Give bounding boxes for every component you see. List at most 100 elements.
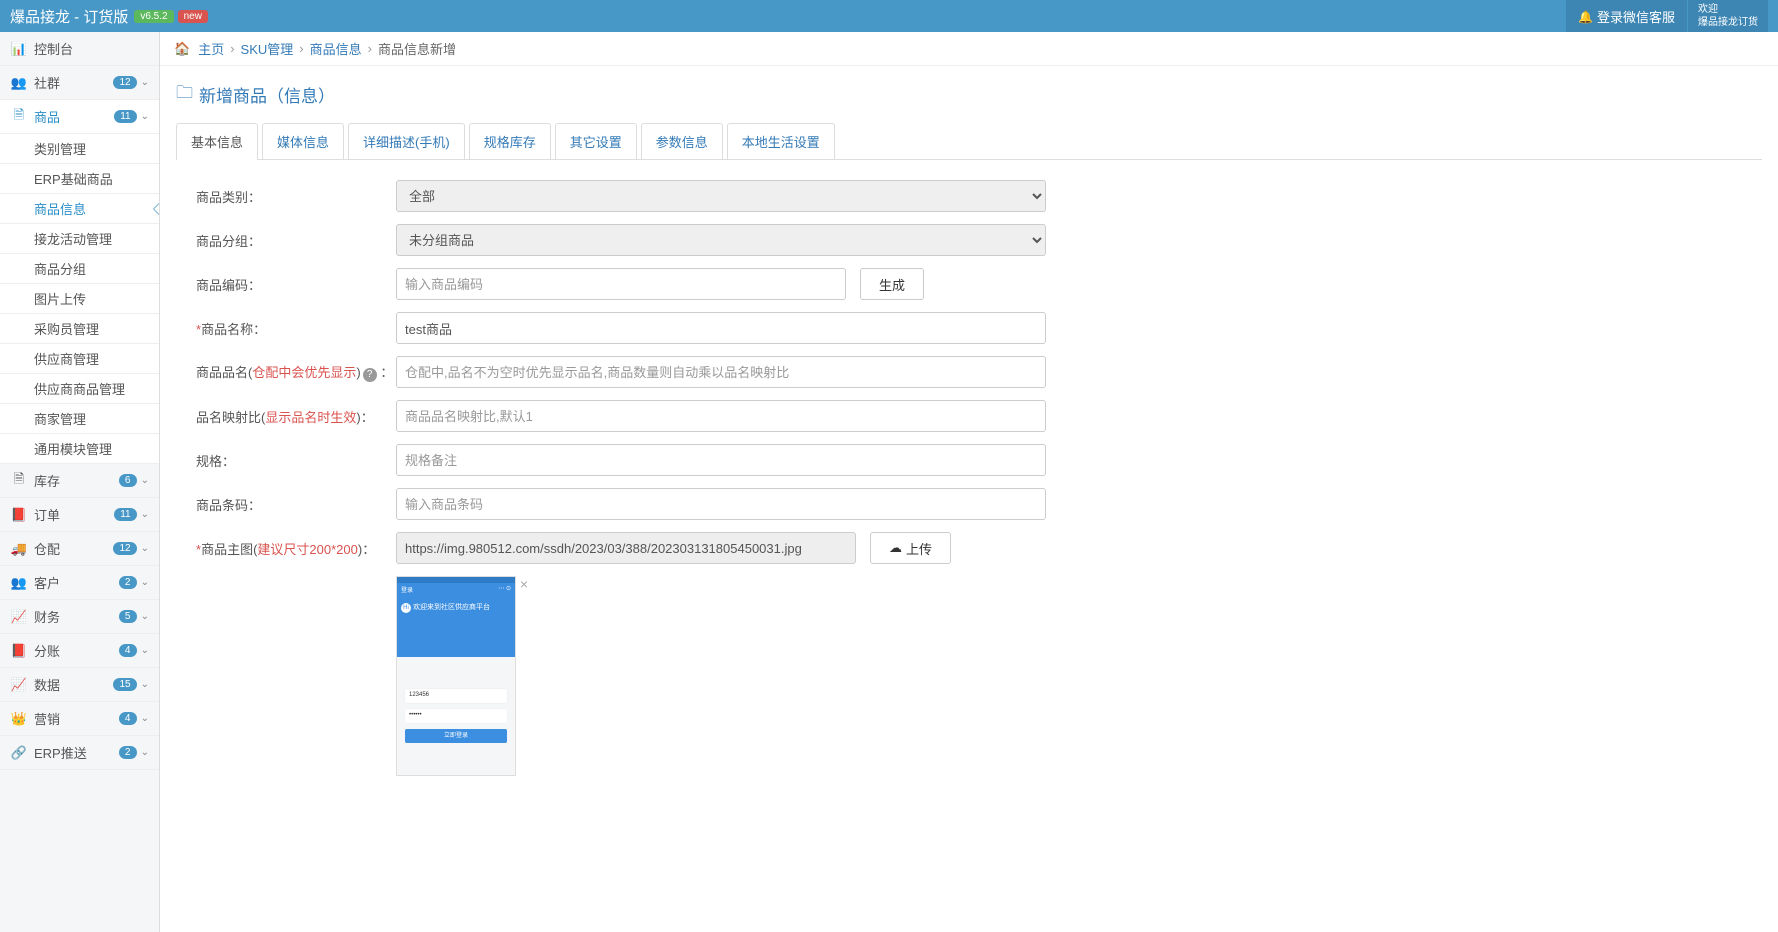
menu-label: 控制台 xyxy=(34,39,149,58)
version-badge: v6.5.2 xyxy=(134,10,173,23)
sidebar-subitem-通用模块管理[interactable]: 通用模块管理 xyxy=(0,434,159,464)
sidebar-item-分账[interactable]: 📕分账4⌄ xyxy=(0,634,159,668)
chevron-down-icon: ⌄ xyxy=(141,111,149,122)
sidebar-subitem-商家管理[interactable]: 商家管理 xyxy=(0,404,159,434)
menu-label: 仓配 xyxy=(34,539,113,558)
wechat-support-button[interactable]: 登录微信客服 xyxy=(1566,0,1687,32)
category-select[interactable]: 全部 xyxy=(396,180,1046,212)
cloud-upload-icon: ☁ xyxy=(889,540,902,556)
label-image: *商品主图(建议尺寸200*200)： xyxy=(196,539,396,558)
tabs: 基本信息媒体信息详细描述(手机)规格库存其它设置参数信息本地生活设置 xyxy=(176,123,1762,160)
sidebar-item-库存[interactable]: 🗎 库存6 ⌄ xyxy=(0,464,159,498)
sidebar-item-商品[interactable]: 🗎商品11⌄ xyxy=(0,100,159,134)
chevron-down-icon: ⌄ xyxy=(141,747,149,758)
tab-基本信息[interactable]: 基本信息 xyxy=(176,123,258,159)
home-icon: 🏠 xyxy=(174,41,190,57)
generate-button[interactable]: 生成 xyxy=(860,268,924,300)
tab-详细描述(手机)[interactable]: 详细描述(手机) xyxy=(348,123,465,159)
menu-icon: 🔗 xyxy=(10,745,28,761)
alias-input[interactable] xyxy=(396,356,1046,388)
menu-icon: 👥 xyxy=(10,575,28,591)
sidebar-subitem-ERP基础商品[interactable]: ERP基础商品 xyxy=(0,164,159,194)
sidebar-subitem-图片上传[interactable]: 图片上传 xyxy=(0,284,159,314)
sidebar-subitem-接龙活动管理[interactable]: 接龙活动管理 xyxy=(0,224,159,254)
main-content: 🏠 主页 › SKU管理 › 商品信息 › 商品信息新增 新增商品（信息） 基本… xyxy=(160,32,1778,932)
sidebar-subitem-供应商商品管理[interactable]: 供应商商品管理 xyxy=(0,374,159,404)
bell-icon xyxy=(1578,9,1597,24)
menu-label: 订单 xyxy=(34,505,114,524)
label-ratio: 品名映射比(显示品名时生效)： xyxy=(196,407,396,426)
code-input[interactable] xyxy=(396,268,846,300)
menu-icon: 📈 xyxy=(10,677,28,693)
menu-icon: 📊 xyxy=(10,41,28,57)
menu-badge: 4 xyxy=(119,712,137,725)
menu-icon: 📕 xyxy=(10,507,28,523)
group-select[interactable]: 未分组商品 xyxy=(396,224,1046,256)
menu-label: 营销 xyxy=(34,709,119,728)
help-icon[interactable]: ? xyxy=(363,368,377,382)
breadcrumb-product[interactable]: 商品信息 xyxy=(310,39,362,58)
page-title: 新增商品（信息） xyxy=(176,80,1762,109)
sidebar-item-营销[interactable]: 👑 营销4 ⌄ xyxy=(0,702,159,736)
chevron-down-icon: ⌄ xyxy=(141,475,149,486)
sidebar-subitem-商品信息[interactable]: 商品信息 xyxy=(0,194,159,224)
spec-input[interactable] xyxy=(396,444,1046,476)
sidebar-subitem-采购员管理[interactable]: 采购员管理 xyxy=(0,314,159,344)
tab-本地生活设置[interactable]: 本地生活设置 xyxy=(727,123,835,159)
breadcrumb-current: 商品信息新增 xyxy=(378,39,456,58)
tab-媒体信息[interactable]: 媒体信息 xyxy=(262,123,344,159)
sidebar-item-控制台[interactable]: 📊 控制台 xyxy=(0,32,159,66)
menu-icon: 👑 xyxy=(10,711,28,727)
sidebar-item-ERP推送[interactable]: 🔗ERP推送2⌄ xyxy=(0,736,159,770)
menu-label: 社群 xyxy=(34,73,113,92)
chevron-down-icon: ⌄ xyxy=(141,645,149,656)
label-spec: 规格： xyxy=(196,451,396,470)
sidebar-item-财务[interactable]: 📈财务5⌄ xyxy=(0,600,159,634)
menu-icon: 🗎 xyxy=(10,470,28,492)
new-badge: new xyxy=(178,10,208,23)
image-url-input[interactable] xyxy=(396,532,856,564)
menu-label: 客户 xyxy=(34,573,119,592)
label-name: *商品名称： xyxy=(196,319,396,338)
chevron-down-icon: ⌄ xyxy=(141,509,149,520)
menu-icon: 📕 xyxy=(10,643,28,659)
brand-title: 爆品接龙 - 订货版 xyxy=(10,6,128,27)
tab-其它设置[interactable]: 其它设置 xyxy=(555,123,637,159)
name-input[interactable] xyxy=(396,312,1046,344)
menu-label: ERP推送 xyxy=(34,743,119,762)
sidebar-subitem-类别管理[interactable]: 类别管理 xyxy=(0,134,159,164)
breadcrumb-sku[interactable]: SKU管理 xyxy=(241,39,294,58)
sidebar-item-仓配[interactable]: 🚚仓配12⌄ xyxy=(0,532,159,566)
menu-label: 商品 xyxy=(34,107,114,126)
menu-badge: 12 xyxy=(113,76,136,89)
menu-icon: 🗎 xyxy=(10,106,28,128)
ratio-input[interactable] xyxy=(396,400,1046,432)
menu-badge: 11 xyxy=(114,508,136,521)
sidebar-subitem-商品分组[interactable]: 商品分组 xyxy=(0,254,159,284)
label-barcode: 商品条码： xyxy=(196,495,396,514)
menu-label: 库存 xyxy=(34,471,119,490)
sidebar-item-社群[interactable]: 👥社群12⌄ xyxy=(0,66,159,100)
sidebar-item-订单[interactable]: 📕 订单11 ⌄ xyxy=(0,498,159,532)
label-code: 商品编码： xyxy=(196,275,396,294)
chevron-down-icon: ⌄ xyxy=(141,679,149,690)
barcode-input[interactable] xyxy=(396,488,1046,520)
breadcrumb-home[interactable]: 主页 xyxy=(198,39,224,58)
image-preview: × 登录⋯ ⊙ Hi欢迎来到社区供应商平台 123456 •••••• 立即登录 xyxy=(396,576,526,776)
menu-badge: 12 xyxy=(113,542,136,555)
chevron-down-icon: ⌄ xyxy=(141,77,149,88)
sidebar-item-数据[interactable]: 📈数据15⌄ xyxy=(0,668,159,702)
tab-参数信息[interactable]: 参数信息 xyxy=(641,123,723,159)
menu-badge: 6 xyxy=(119,474,137,487)
remove-image-button[interactable]: × xyxy=(520,576,528,592)
menu-label: 财务 xyxy=(34,607,119,626)
label-category: 商品类别： xyxy=(196,187,396,206)
upload-button[interactable]: ☁上传 xyxy=(870,532,951,564)
chevron-down-icon: ⌄ xyxy=(141,713,149,724)
menu-label: 数据 xyxy=(34,675,113,694)
menu-badge: 5 xyxy=(119,610,137,623)
tab-规格库存[interactable]: 规格库存 xyxy=(469,123,551,159)
sidebar: 📊控制台👥社群12⌄🗎商品11⌄类别管理ERP基础商品商品信息接龙活动管理商品分… xyxy=(0,32,160,932)
sidebar-subitem-供应商管理[interactable]: 供应商管理 xyxy=(0,344,159,374)
sidebar-item-客户[interactable]: 👥客户2⌄ xyxy=(0,566,159,600)
